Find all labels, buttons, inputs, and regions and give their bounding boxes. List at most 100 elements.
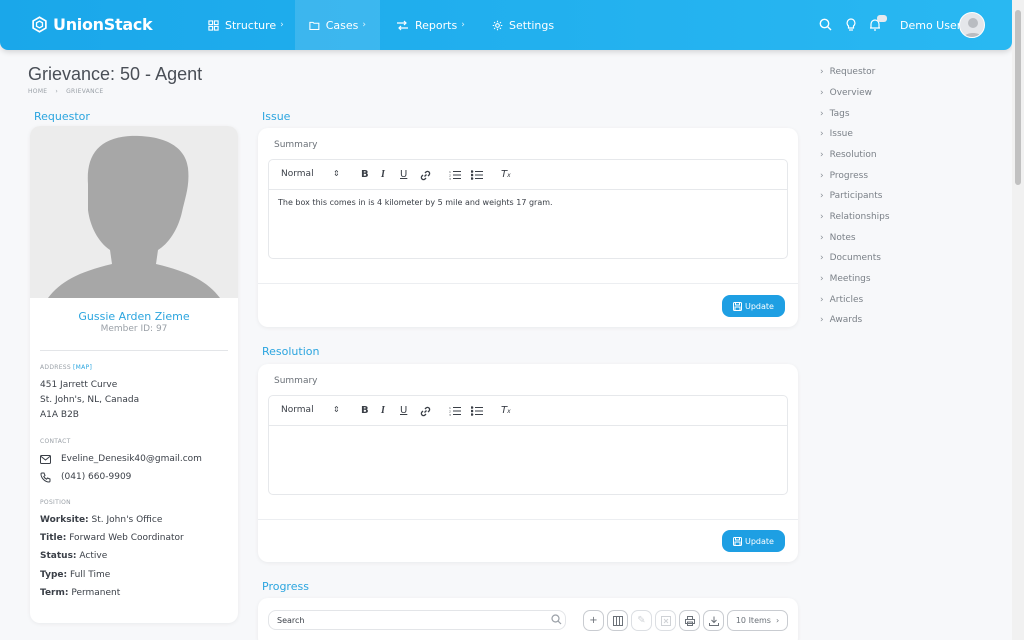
grid-icon <box>208 19 219 31</box>
email-link[interactable]: Eveline_Denesik40@gmail.com <box>61 454 202 464</box>
requestor-name[interactable]: Gussie Arden Zieme <box>30 310 238 323</box>
italic-icon[interactable]: I <box>381 169 385 180</box>
underline-icon[interactable]: U <box>400 169 407 180</box>
clear-format-icon[interactable]: Tx <box>501 405 511 416</box>
search-icon[interactable] <box>551 614 562 625</box>
lightbulb-icon[interactable] <box>845 18 857 31</box>
chevron-right-icon: › <box>820 253 824 263</box>
nav-settings[interactable]: Settings <box>478 0 568 50</box>
breadcrumb: HOME › GRIEVANCE <box>28 88 103 95</box>
resolution-update-button[interactable]: Update <box>722 530 785 552</box>
anchor-label: Requestor <box>829 67 876 77</box>
user-avatar[interactable] <box>959 12 985 38</box>
anchor-issue[interactable]: › Issue <box>820 129 853 139</box>
progress-search-input[interactable]: Search <box>268 610 566 630</box>
items-count-dropdown[interactable]: 10 Items › <box>727 610 788 631</box>
link-icon[interactable] <box>420 170 431 181</box>
anchor-relationships[interactable]: › Relationships <box>820 212 890 222</box>
chevron-right-icon: › <box>820 67 824 77</box>
print-icon[interactable] <box>679 610 700 631</box>
anchor-resolution[interactable]: › Resolution <box>820 150 877 160</box>
nav-cases[interactable]: Cases › <box>295 0 380 50</box>
columns-icon[interactable] <box>607 610 628 631</box>
address-line-1: 451 Jarrett Curve <box>40 380 118 390</box>
address-line-3: A1A B2B <box>40 410 79 420</box>
divider <box>258 519 798 520</box>
format-select[interactable]: Normal <box>281 169 314 179</box>
anchor-documents[interactable]: › Documents <box>820 253 881 263</box>
map-link[interactable]: [MAP] <box>73 364 92 371</box>
anchor-articles[interactable]: › Articles <box>820 295 863 305</box>
anchor-tags[interactable]: › Tags <box>820 109 850 119</box>
nav-label: Structure <box>225 18 277 32</box>
divider <box>258 283 798 284</box>
anchor-requestor[interactable]: › Requestor <box>820 67 875 77</box>
underline-icon[interactable]: U <box>400 405 407 416</box>
page-title: Grievance: 50 - Agent <box>28 64 203 84</box>
person-placeholder-icon <box>48 135 220 298</box>
nav-label: Reports <box>415 18 458 32</box>
editor-toolbar: Normal ⇕ B I U 123 Tx <box>269 160 787 190</box>
svg-text:3: 3 <box>449 177 451 180</box>
anchor-participants[interactable]: › Participants <box>820 191 882 201</box>
resolution-rich-text-editor[interactable]: Normal ⇕ B I U 123 Tx <box>268 395 788 495</box>
edit-icon[interactable]: ✎ <box>631 610 652 631</box>
ordered-list-icon[interactable]: 123 <box>449 170 461 180</box>
scrollbar-thumb[interactable] <box>1015 10 1021 185</box>
italic-icon[interactable]: I <box>381 405 385 416</box>
chevron-right-icon: › <box>362 20 366 30</box>
phone-link[interactable]: (041) 660-9909 <box>61 472 131 482</box>
anchor-progress[interactable]: › Progress <box>820 171 868 181</box>
issue-rich-text-editor[interactable]: Normal ⇕ B I U 123 Tx The box this comes… <box>268 159 788 259</box>
link-icon[interactable] <box>420 406 431 417</box>
envelope-icon <box>40 455 51 464</box>
issue-section-title: Issue <box>262 110 291 123</box>
anchor-label: Overview <box>829 88 872 98</box>
svg-text:3: 3 <box>449 413 451 416</box>
field-value: Permanent <box>71 588 121 598</box>
nav-structure[interactable]: Structure › <box>194 0 298 50</box>
chevron-right-icon: › <box>461 20 465 30</box>
anchor-label: Documents <box>829 253 881 263</box>
progress-section-title: Progress <box>262 580 309 593</box>
anchor-notes[interactable]: › Notes <box>820 233 856 243</box>
breadcrumb-current: GRIEVANCE <box>66 88 104 95</box>
anchor-overview[interactable]: › Overview <box>820 88 872 98</box>
search-icon[interactable] <box>819 18 832 31</box>
anchor-awards[interactable]: › Awards <box>820 315 862 325</box>
bullet-list-icon[interactable] <box>471 170 483 180</box>
format-select[interactable]: Normal <box>281 405 314 415</box>
profile-photo <box>30 126 238 298</box>
add-icon[interactable]: + <box>583 610 604 631</box>
download-icon[interactable] <box>703 610 724 631</box>
requestor-section-title: Requestor <box>34 110 90 123</box>
user-name[interactable]: Demo User <box>900 19 961 32</box>
summary-label: Summary <box>274 140 318 150</box>
field-value: Active <box>79 551 108 561</box>
anchor-meetings[interactable]: › Meetings <box>820 274 871 284</box>
chevron-right-icon: › <box>820 129 824 139</box>
bold-icon[interactable]: B <box>361 405 369 416</box>
ordered-list-icon[interactable]: 123 <box>449 406 461 416</box>
anchor-label: Relationships <box>829 212 890 222</box>
nav-reports[interactable]: Reports › <box>382 0 479 50</box>
brand-name: UnionStack <box>53 15 153 34</box>
clear-format-icon[interactable]: Tx <box>501 169 511 180</box>
brand-logo[interactable]: UnionStack <box>31 15 153 34</box>
chevron-right-icon: › <box>820 274 824 284</box>
issue-update-button[interactable]: Update <box>722 295 785 317</box>
chevron-right-icon: › <box>820 171 824 181</box>
bold-icon[interactable]: B <box>361 169 369 180</box>
chart-arrows-icon <box>397 20 408 30</box>
save-icon <box>733 536 742 546</box>
term-row: Term: Permanent <box>40 588 120 598</box>
anchor-label: Participants <box>829 191 883 201</box>
delete-icon[interactable] <box>655 610 676 631</box>
type-row: Type: Full Time <box>40 570 110 580</box>
breadcrumb-home[interactable]: HOME <box>28 88 47 95</box>
nav-label: Cases <box>325 18 359 32</box>
resolution-section-title: Resolution <box>262 345 320 358</box>
position-label: POSITION <box>40 499 71 506</box>
bullet-list-icon[interactable] <box>471 406 483 416</box>
folder-icon <box>309 21 320 30</box>
